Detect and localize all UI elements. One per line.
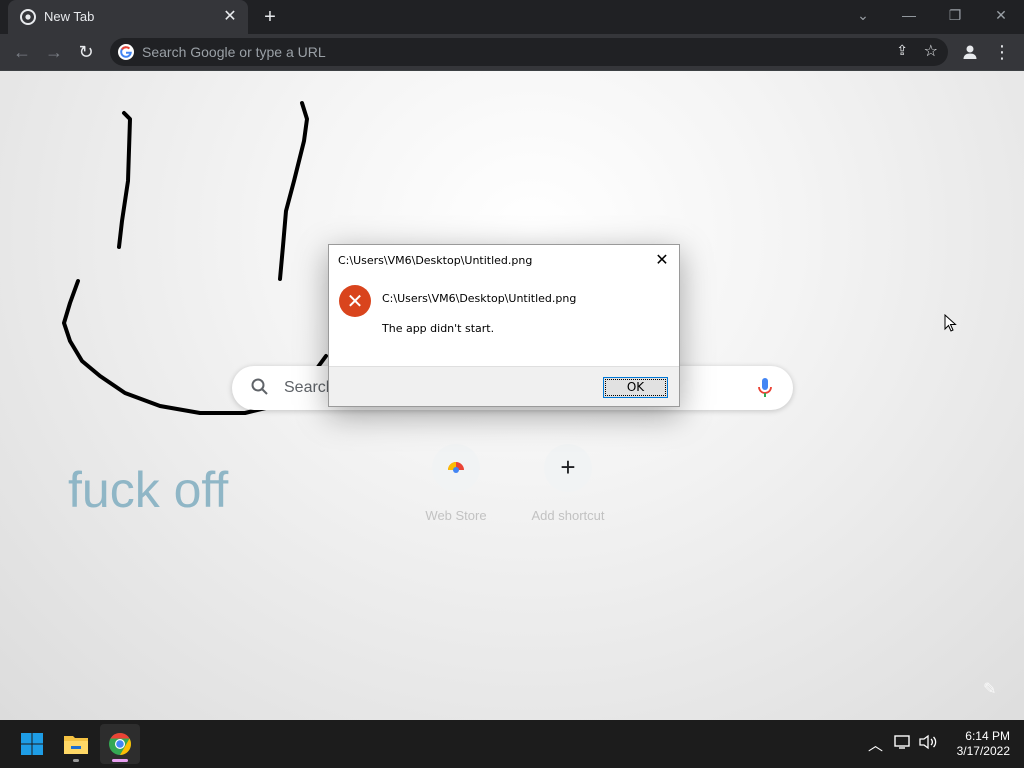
windows-logo-icon: [21, 733, 43, 755]
tab-close-icon[interactable]: ✕: [220, 7, 240, 27]
chrome-icon: [109, 733, 131, 755]
forward-button[interactable]: →: [42, 40, 66, 64]
google-g-icon: [118, 44, 134, 60]
shortcut-label: Add shortcut: [531, 508, 605, 523]
omnibox[interactable]: Search Google or type a URL ⇪ ☆: [110, 38, 948, 66]
app-running-indicator: [73, 759, 79, 762]
back-button[interactable]: ←: [10, 40, 34, 64]
tab-new-tab[interactable]: New Tab ✕: [8, 0, 248, 34]
app-active-indicator: [112, 759, 128, 762]
omnibox-placeholder: Search Google or type a URL: [142, 44, 326, 60]
profile-icon[interactable]: [958, 40, 982, 64]
dialog-path: C:\Users\VM6\Desktop\Untitled.png: [382, 292, 577, 305]
bookmark-star-icon[interactable]: ☆: [924, 41, 938, 61]
error-icon: ✕: [339, 285, 371, 317]
error-dialog: C:\Users\VM6\Desktop\Untitled.png ✕ ✕ C:…: [328, 244, 680, 407]
network-icon[interactable]: [894, 734, 912, 754]
graffiti-text: fuck off: [68, 462, 229, 518]
dialog-title: C:\Users\VM6\Desktop\Untitled.png: [338, 254, 533, 267]
volume-icon[interactable]: [918, 734, 938, 754]
close-window-button[interactable]: ✕: [978, 0, 1024, 30]
clock[interactable]: 6:14 PM 3/17/2022: [946, 729, 1010, 759]
shortcut-label: Web Store: [425, 508, 487, 523]
ok-button[interactable]: OK: [603, 377, 668, 398]
file-explorer-button[interactable]: [56, 724, 96, 764]
clock-time: 6:14 PM: [965, 729, 1010, 743]
search-icon: [251, 378, 268, 395]
show-hidden-icons-chevron-icon[interactable]: ︿: [868, 734, 883, 755]
chrome-favicon-icon: [20, 9, 36, 25]
chrome-web-store-icon: [432, 444, 480, 492]
dialog-footer: OK: [329, 366, 679, 406]
tab-search-chevron-icon[interactable]: ⌄: [840, 0, 886, 30]
dialog-message: The app didn't start.: [382, 322, 495, 335]
plus-icon: +: [544, 444, 592, 492]
start-button[interactable]: [12, 724, 52, 764]
customize-pencil-icon[interactable]: ✎: [983, 679, 996, 699]
reload-button[interactable]: ↻: [74, 40, 98, 64]
shortcut-web-store[interactable]: Web Store: [411, 444, 501, 523]
tab-strip: New Tab ✕ + ⌄ — ❐ ✕: [0, 0, 1024, 34]
new-tab-button[interactable]: +: [258, 6, 282, 30]
minimize-button[interactable]: —: [886, 0, 932, 30]
share-icon[interactable]: ⇪: [896, 42, 908, 59]
browser-toolbar: ← → ↻ Search Google or type a URL ⇪ ☆ ⋮: [0, 34, 1024, 71]
menu-kebab-icon[interactable]: ⋮: [990, 40, 1014, 64]
clock-date: 3/17/2022: [956, 744, 1010, 758]
voice-search-mic-icon[interactable]: [757, 376, 773, 400]
tab-title: New Tab: [44, 9, 95, 24]
mouse-cursor-icon: [944, 314, 957, 332]
restore-button[interactable]: ❐: [932, 0, 978, 30]
dialog-close-icon[interactable]: ✕: [653, 250, 671, 269]
shortcut-add[interactable]: + Add shortcut: [523, 444, 613, 523]
folder-icon: [64, 736, 88, 754]
chrome-taskbar-button[interactable]: [100, 724, 140, 764]
taskbar: ︿ 6:14 PM 3/17/2022: [0, 720, 1024, 768]
